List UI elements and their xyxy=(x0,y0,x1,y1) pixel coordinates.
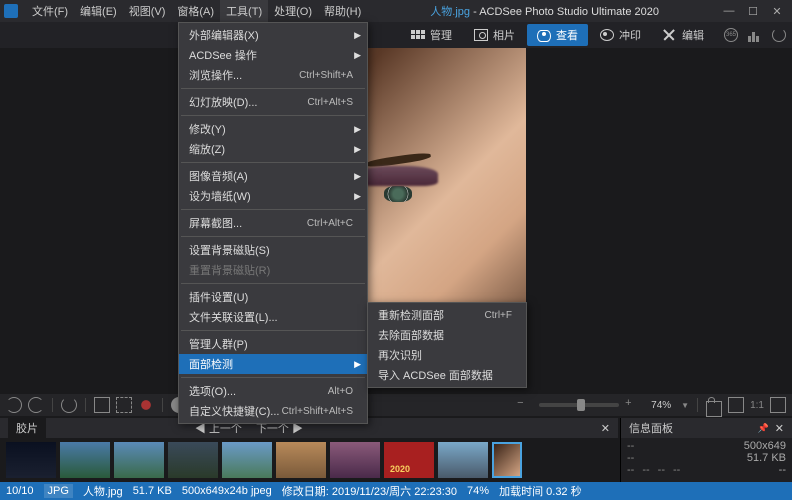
menu-item: 重置背景磁贴(R) xyxy=(179,260,367,280)
mode-view[interactable]: 查看 xyxy=(527,24,588,46)
window-controls: — ☐ ✕ xyxy=(722,5,784,18)
zoom-dropdown-icon[interactable]: ▼ xyxy=(681,401,689,410)
menu-panes[interactable]: 窗格(A) xyxy=(171,0,220,22)
menu-item[interactable]: 浏览操作...Ctrl+Shift+A xyxy=(179,65,367,85)
status-count: 10/10 xyxy=(6,485,34,497)
zoom-slider[interactable] xyxy=(539,403,619,407)
info-dimensions: 500x649 xyxy=(744,440,786,452)
status-bar: 10/10 JPG 人物.jpg 51.7 KB 500x649x24b jpe… xyxy=(0,482,792,500)
zoom-out-icon[interactable]: − xyxy=(517,397,533,413)
status-format: JPG xyxy=(44,484,73,498)
crop-icon[interactable] xyxy=(116,397,132,413)
submenu-item[interactable]: 重新检测面部Ctrl+F xyxy=(368,305,526,325)
thumbnail[interactable] xyxy=(330,442,380,478)
menu-view[interactable]: 视图(V) xyxy=(123,0,172,22)
menu-help[interactable]: 帮助(H) xyxy=(318,0,367,22)
refresh-icon[interactable] xyxy=(61,397,77,413)
menu-item[interactable]: 设为墙纸(W)▶ xyxy=(179,186,367,206)
info-filesize: 51.7 KB xyxy=(747,452,786,464)
info-panel: --500x649 --51.7 KB ---------- xyxy=(620,438,792,482)
menu-item[interactable]: 自定义快捷键(C)...Ctrl+Shift+Alt+S xyxy=(179,401,367,421)
menu-edit[interactable]: 编辑(E) xyxy=(74,0,123,22)
menubar: 文件(F) 编辑(E) 视图(V) 窗格(A) 工具(T) 处理(O) 帮助(H… xyxy=(26,0,367,22)
target-icon xyxy=(600,29,614,41)
view-toolbar: − + 74% ▼ 1:1 xyxy=(0,394,792,416)
thumbnail[interactable] xyxy=(222,442,272,478)
status-zoom: 74% xyxy=(467,485,489,497)
thumbnail[interactable] xyxy=(168,442,218,478)
menu-file[interactable]: 文件(F) xyxy=(26,0,74,22)
menu-item[interactable]: 选项(O)...Alt+O xyxy=(179,381,367,401)
status-loadtime: 加载时间 0.32 秒 xyxy=(499,483,582,499)
status-modified: 修改日期: 2019/11/23/周六 22:23:30 xyxy=(282,483,457,499)
pin-icon[interactable]: 📌 xyxy=(758,423,769,434)
filmstrip-close-icon[interactable]: ✕ xyxy=(601,422,610,435)
rotate-left-icon[interactable] xyxy=(6,397,22,413)
menu-item[interactable]: 文件关联设置(L)... xyxy=(179,307,367,327)
menu-item[interactable]: 屏幕截图...Ctrl+Alt+C xyxy=(179,213,367,233)
lock-icon[interactable] xyxy=(706,401,722,417)
menu-item[interactable]: 幻灯放映(D)...Ctrl+Alt+S xyxy=(179,92,367,112)
menu-item[interactable]: 图像音频(A)▶ xyxy=(179,166,367,186)
thumbnail[interactable] xyxy=(384,442,434,478)
info-panel-title: 信息面板 xyxy=(629,420,673,436)
menu-item[interactable]: 外部编辑器(X)▶ xyxy=(179,25,367,45)
thumbnail[interactable] xyxy=(438,442,488,478)
thumbnail[interactable] xyxy=(6,442,56,478)
sync-icon[interactable] xyxy=(772,28,786,42)
mode-bar: 管理 相片 查看 冲印 编辑 365 xyxy=(0,22,792,48)
face-detection-submenu: 重新检测面部Ctrl+F去除面部数据再次识别导入 ACDSee 面部数据 xyxy=(367,302,527,388)
menu-item[interactable]: 管理人群(P) xyxy=(179,334,367,354)
365-icon[interactable]: 365 xyxy=(724,28,738,42)
maximize-button[interactable]: ☐ xyxy=(746,5,760,18)
select-icon[interactable] xyxy=(94,397,110,413)
status-filesize: 51.7 KB xyxy=(133,485,172,497)
menu-item[interactable]: 修改(Y)▶ xyxy=(179,119,367,139)
mode-edit[interactable]: 编辑 xyxy=(653,24,714,46)
fit-icon[interactable] xyxy=(728,397,744,413)
info-close-icon[interactable]: ✕ xyxy=(775,422,784,435)
titlebar: 文件(F) 编辑(E) 视图(V) 窗格(A) 工具(T) 处理(O) 帮助(H… xyxy=(0,0,792,22)
menu-item[interactable]: ACDSee 操作▶ xyxy=(179,45,367,65)
filmstrip[interactable] xyxy=(0,438,618,482)
info-panel-header: 信息面板 📌 ✕ xyxy=(620,418,792,438)
menu-tools[interactable]: 工具(T) xyxy=(220,0,268,22)
menu-item[interactable]: 缩放(Z)▶ xyxy=(179,139,367,159)
filmstrip-tab[interactable]: 胶片 xyxy=(8,418,46,438)
menu-item[interactable]: 设置背景磁贴(S) xyxy=(179,240,367,260)
rotate-right-icon[interactable] xyxy=(28,397,44,413)
thumbnail[interactable] xyxy=(60,442,110,478)
redeye-icon[interactable] xyxy=(138,397,154,413)
fullscreen-icon[interactable] xyxy=(770,397,786,413)
zoom-in-icon[interactable]: + xyxy=(625,397,641,413)
submenu-item[interactable]: 导入 ACDSee 面部数据 xyxy=(368,365,526,385)
actual-size-icon[interactable]: 1:1 xyxy=(750,400,764,411)
tools-dropdown: 外部编辑器(X)▶ACDSee 操作▶浏览操作...Ctrl+Shift+A 幻灯… xyxy=(178,22,368,424)
thumbnail-selected[interactable] xyxy=(492,442,522,478)
status-dimensions: 500x649x24b jpeg xyxy=(182,485,272,497)
mode-develop[interactable]: 冲印 xyxy=(590,24,651,46)
minimize-button[interactable]: — xyxy=(722,5,736,18)
submenu-item[interactable]: 去除面部数据 xyxy=(368,325,526,345)
submenu-item[interactable]: 再次识别 xyxy=(368,345,526,365)
menu-item[interactable]: 面部检测▶ xyxy=(179,354,367,374)
menu-item[interactable]: 插件设置(U) xyxy=(179,287,367,307)
app-icon xyxy=(4,4,18,18)
dashboard-icon[interactable] xyxy=(748,28,762,42)
close-button[interactable]: ✕ xyxy=(770,5,784,18)
zoom-value[interactable]: 74% xyxy=(651,400,671,411)
cross-icon xyxy=(663,29,677,41)
mode-manage[interactable]: 管理 xyxy=(401,24,462,46)
status-filename: 人物.jpg xyxy=(83,483,123,499)
photo-icon xyxy=(474,29,488,41)
grid-icon xyxy=(411,29,425,41)
mode-photos[interactable]: 相片 xyxy=(464,24,525,46)
thumbnail[interactable] xyxy=(276,442,326,478)
window-title: 人物.jpg - ACDSee Photo Studio Ultimate 20… xyxy=(367,3,722,19)
thumbnail[interactable] xyxy=(114,442,164,478)
eye-icon xyxy=(537,30,551,42)
menu-process[interactable]: 处理(O) xyxy=(268,0,318,22)
